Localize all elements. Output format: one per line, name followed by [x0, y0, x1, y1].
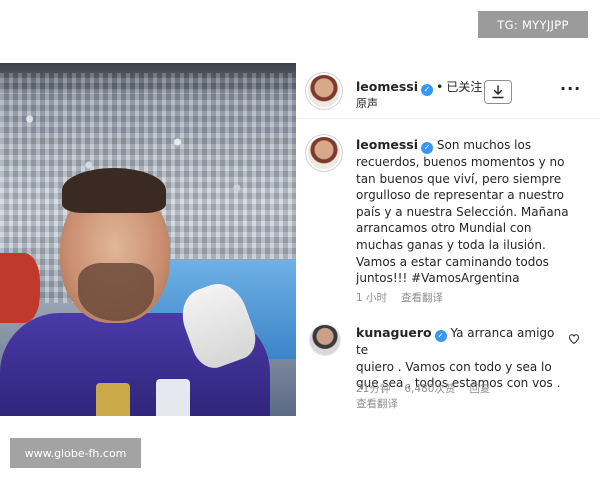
comment-reply-link[interactable]: 回复 — [469, 383, 490, 395]
comment-likes[interactable]: 6,480次赞 — [404, 383, 455, 395]
verified-badge-icon: ✓ — [434, 330, 447, 342]
comment-meta: 21分钟 6,480次赞 回复 — [356, 381, 504, 396]
watermark-top: TG: MYYJJPP — [478, 11, 588, 38]
comment-translate-row: 查看翻译 — [356, 396, 412, 411]
player-beard — [78, 263, 154, 321]
download-icon — [492, 85, 504, 99]
caption-line: arrancamos otro Mundial con — [356, 221, 532, 236]
caption-line: Vamos a estar caminando todos — [356, 254, 549, 269]
comment-username[interactable]: kunaguero — [356, 325, 432, 340]
watermark-bottom: www.globe-fh.com — [10, 438, 141, 468]
caption-translate-link[interactable]: 查看翻译 — [401, 292, 443, 304]
download-button[interactable] — [484, 80, 512, 104]
red-flag — [0, 253, 40, 323]
caption-avatar[interactable] — [308, 137, 340, 169]
caption-line: país y a nuestra Selección. Mañana — [356, 204, 569, 219]
header-username[interactable]: leomessi — [356, 79, 418, 94]
verified-badge-icon: ✓ — [421, 142, 434, 154]
post-header: leomessi ✓ • 已关注 — [356, 78, 482, 96]
header-avatar[interactable] — [308, 75, 340, 107]
comment-time: 21分钟 — [356, 383, 391, 395]
follow-status[interactable]: 已关注 — [446, 80, 482, 94]
audio-label[interactable]: 原声 — [356, 95, 378, 111]
jersey-badge-gold — [96, 383, 130, 416]
caption-line: recuerdos, buenos momentos y no — [356, 155, 565, 169]
caption-line: tan buenos que viví, pero siempre — [356, 171, 562, 186]
jersey-badge-crest — [156, 379, 190, 416]
header-divider — [296, 118, 600, 119]
caption-time: 1 小时 — [356, 292, 388, 304]
caption-line: Son muchos los — [436, 138, 532, 152]
player-hair — [62, 168, 166, 213]
comment-avatar[interactable] — [310, 325, 340, 355]
heart-icon[interactable] — [568, 333, 580, 345]
caption-text: leomessi ✓ Son muchos los recuerdos, buen… — [356, 137, 596, 287]
caption-line: muchas ganas y toda la ilusión. — [356, 237, 546, 252]
caption-meta: 1 小时 查看翻译 — [356, 290, 457, 305]
post-side-panel: leomessi ✓ • 已关注 原声 ··· leomessi ✓ Son mucho… — [296, 63, 600, 418]
instagram-post: leomessi ✓ • 已关注 原声 ··· leomessi ✓ Son mucho… — [0, 63, 600, 418]
comment-translate-link[interactable]: 查看翻译 — [356, 398, 398, 410]
more-options-icon[interactable]: ··· — [560, 79, 581, 98]
comment-line: quiero . Vamos con todo y sea lo — [356, 359, 552, 374]
header-separator: • — [436, 79, 444, 94]
post-photo — [0, 63, 296, 416]
caption-line: juntos!!! #VamosArgentina — [356, 271, 520, 286]
caption-username[interactable]: leomessi — [356, 137, 418, 152]
verified-badge-icon: ✓ — [421, 84, 434, 96]
caption-line: orgulloso de representar a nuestro — [356, 188, 565, 203]
